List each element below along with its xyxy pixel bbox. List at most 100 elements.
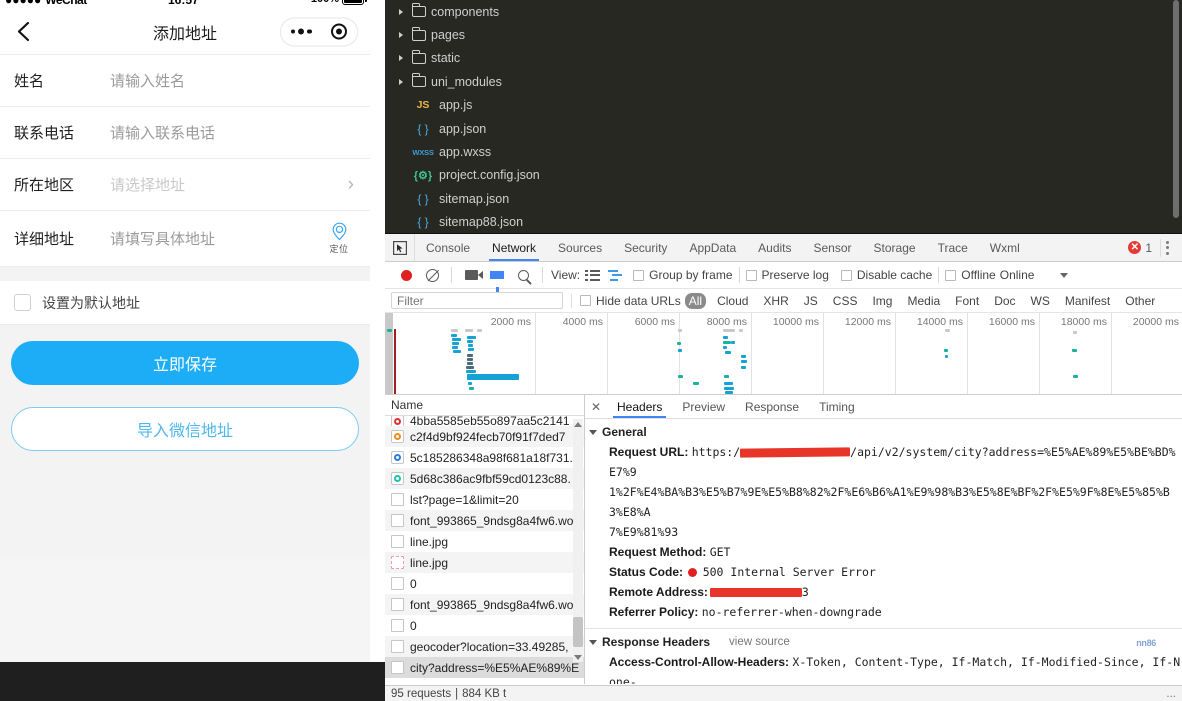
disable-cache-toggle[interactable]: Disable cache — [840, 268, 932, 282]
type-filter-doc[interactable]: Doc — [990, 293, 1019, 309]
clear-button[interactable] — [419, 262, 445, 288]
table-row[interactable]: font_993865_9ndsg8a4fw6.wo — [385, 510, 584, 531]
table-row[interactable]: 0 — [385, 615, 584, 636]
type-filter-media[interactable]: Media — [903, 293, 944, 309]
checkbox-icon[interactable] — [840, 269, 852, 281]
type-filter-xhr[interactable]: XHR — [759, 293, 792, 309]
table-row-selected[interactable]: city?address=%E5%AE%89%E — [385, 657, 584, 678]
tab-audits[interactable]: Audits — [747, 234, 802, 261]
more-dots-icon[interactable] — [290, 28, 312, 35]
table-row[interactable]: font_993865_9ndsg8a4fw6.wo — [385, 594, 584, 615]
detail-tab-headers[interactable]: Headers — [607, 395, 672, 418]
devtools-more-menu-button[interactable] — [1160, 238, 1174, 257]
type-filter-css[interactable]: CSS — [829, 293, 862, 309]
type-filter-manifest[interactable]: Manifest — [1061, 293, 1114, 309]
checkbox-icon[interactable] — [633, 269, 645, 281]
detail-tab-response[interactable]: Response — [735, 395, 809, 418]
form-row-detail-address[interactable]: 详细地址 请填写具体地址 定位 — [0, 211, 370, 267]
type-filter-cloud[interactable]: Cloud — [713, 293, 752, 309]
tree-item-app-wxss[interactable]: WXSS app.wxss — [385, 140, 1182, 163]
phone-input[interactable]: 请输入联系电话 — [110, 122, 356, 143]
preserve-log-toggle[interactable]: Preserve log — [745, 268, 829, 282]
tree-item-app-js[interactable]: JS app.js — [385, 94, 1182, 117]
disclosure-triangle-icon[interactable] — [395, 32, 407, 39]
table-row[interactable]: 5c185286348a98f681a18f731. — [385, 447, 584, 468]
tree-item-static[interactable]: static — [385, 47, 1182, 70]
request-list-header[interactable]: Name — [385, 395, 584, 416]
default-address-row[interactable]: 设置为默认地址 — [0, 281, 370, 325]
tab-appdata[interactable]: AppData — [678, 234, 747, 261]
back-button[interactable] — [8, 17, 38, 47]
table-row[interactable]: lst?page=1&limit=20 — [385, 489, 584, 510]
filter-toggle-button[interactable] — [484, 262, 510, 292]
scrollbar-thumb[interactable] — [573, 617, 583, 647]
close-icon[interactable]: ✕ — [585, 395, 607, 418]
tree-item-pages[interactable]: pages — [385, 23, 1182, 46]
tab-wxml[interactable]: Wxml — [979, 234, 1031, 261]
checkbox-icon[interactable] — [580, 295, 591, 306]
record-button[interactable] — [393, 262, 419, 288]
hide-data-urls-toggle[interactable]: Hide data URLs — [580, 294, 681, 308]
table-row[interactable]: 0 — [385, 573, 584, 594]
list-view-icon[interactable] — [585, 269, 601, 282]
network-timeline-overview[interactable]: 2000 ms 4000 ms 6000 ms 8000 ms 10000 ms… — [385, 313, 1182, 395]
group-by-frame-toggle[interactable]: Group by frame — [633, 268, 733, 282]
detail-address-input[interactable]: 请填写具体地址 — [110, 228, 322, 249]
wechat-capsule-button[interactable] — [280, 17, 358, 46]
tree-item-sitemap-json[interactable]: { } sitemap.json — [385, 187, 1182, 210]
type-filter-font[interactable]: Font — [951, 293, 983, 309]
tree-item-uni-modules[interactable]: uni_modules — [385, 70, 1182, 93]
search-button[interactable] — [510, 262, 536, 288]
view-source-link[interactable]: view source — [729, 636, 790, 648]
table-row[interactable]: line.jpg — [385, 552, 584, 573]
detail-tab-timing[interactable]: Timing — [809, 395, 865, 418]
request-list-scrollbar[interactable] — [573, 419, 583, 662]
tab-console[interactable]: Console — [415, 234, 481, 261]
form-row-region[interactable]: 所在地区 请选择地址 › — [0, 159, 370, 211]
response-headers-section-header[interactable]: Response Headers view source — [585, 635, 1182, 649]
form-row-name[interactable]: 姓名 请输入姓名 — [0, 55, 370, 107]
error-badge[interactable]: ✕ 1 — [1128, 241, 1152, 255]
tree-item-sitemap88-json[interactable]: { } sitemap88.json — [385, 211, 1182, 234]
name-input[interactable]: 请输入姓名 — [110, 70, 356, 91]
waterfall-view-icon[interactable] — [608, 269, 623, 282]
target-icon[interactable] — [331, 23, 348, 40]
checkbox-icon[interactable] — [945, 269, 957, 281]
table-row[interactable]: line.jpg — [385, 531, 584, 552]
tab-security[interactable]: Security — [613, 234, 678, 261]
detail-tab-preview[interactable]: Preview — [672, 395, 735, 418]
table-row[interactable]: 5d68c386ac9fbf59cd0123c88. — [385, 468, 584, 489]
locate-button[interactable]: 定位 — [322, 222, 356, 255]
type-filter-all[interactable]: All — [684, 292, 707, 309]
disclosure-triangle-icon[interactable] — [395, 8, 407, 15]
type-filter-js[interactable]: JS — [800, 293, 822, 309]
disclosure-triangle-icon[interactable] — [395, 78, 407, 85]
filter-input[interactable] — [391, 292, 563, 309]
tree-item-components[interactable]: components — [385, 0, 1182, 23]
scroll-down-arrow-icon[interactable] — [573, 652, 583, 662]
table-row[interactable]: geocoder?location=33.49285, — [385, 636, 584, 657]
filmstrip-button[interactable] — [458, 262, 484, 288]
table-row[interactable]: c2f4d9bf924fecb70f91f7ded7 — [385, 426, 584, 447]
type-filter-img[interactable]: Img — [868, 293, 896, 309]
type-filter-ws[interactable]: WS — [1027, 293, 1054, 309]
tab-sensor[interactable]: Sensor — [803, 234, 863, 261]
disclosure-triangle-icon[interactable] — [395, 55, 407, 62]
save-button[interactable]: 立即保存 — [11, 341, 359, 385]
type-filter-other[interactable]: Other — [1121, 293, 1159, 309]
tab-sources[interactable]: Sources — [547, 234, 613, 261]
throttling-select[interactable]: Online — [1000, 268, 1069, 282]
general-section-header[interactable]: General — [585, 425, 1182, 439]
tab-trace[interactable]: Trace — [927, 234, 979, 261]
scroll-up-arrow-icon[interactable] — [573, 419, 583, 429]
tab-network[interactable]: Network — [481, 234, 547, 261]
offline-toggle[interactable]: Offline — [945, 268, 996, 282]
tab-storage[interactable]: Storage — [863, 234, 927, 261]
default-address-checkbox[interactable] — [14, 294, 31, 311]
table-row[interactable]: 4bba5585eb55o897aa5c2141 — [385, 416, 584, 426]
region-select-value[interactable]: 请选择地址 — [110, 174, 348, 195]
form-row-phone[interactable]: 联系电话 请输入联系电话 — [0, 107, 370, 159]
import-wechat-address-button[interactable]: 导入微信地址 — [11, 407, 359, 451]
tree-item-project-config-json[interactable]: {⚙} project.config.json — [385, 164, 1182, 187]
checkbox-icon[interactable] — [745, 269, 757, 281]
